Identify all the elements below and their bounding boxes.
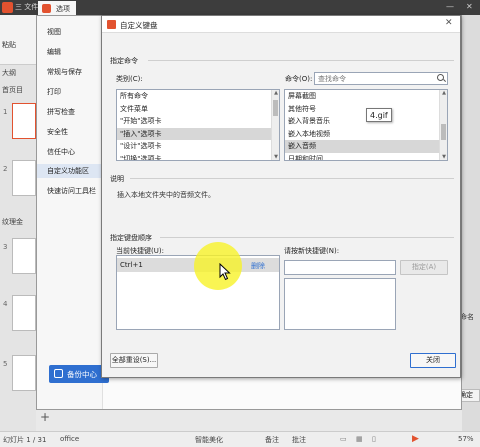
panel-label: 命名 xyxy=(460,313,474,321)
slide-number: 1 xyxy=(3,108,8,116)
list-item[interactable]: 日期和时间 xyxy=(285,153,447,161)
scroll-thumb[interactable] xyxy=(441,124,446,140)
specify-command-header: 指定命令 xyxy=(110,57,138,65)
slide-canvas-edge xyxy=(462,15,480,431)
cursor-highlight xyxy=(194,242,242,290)
reset-all-button[interactable]: 全部重设(S)... xyxy=(110,353,158,368)
wps-dialog-icon xyxy=(107,20,116,29)
options-nav-item[interactable]: 快速访问工具栏 xyxy=(47,186,96,196)
add-slide-icon[interactable]: + xyxy=(40,410,50,424)
scroll-down-icon[interactable]: ▼ xyxy=(272,154,279,160)
options-nav: 视图 编辑 常规与保存 打印 拼写检查 安全性 信任中心 自定义功能区 快速访问… xyxy=(37,16,103,409)
wps-tab-icon xyxy=(42,4,51,13)
slide-thumbnail[interactable] xyxy=(12,160,36,196)
slide-number: 4 xyxy=(3,300,8,308)
minimize-icon[interactable]: — xyxy=(446,2,454,11)
list-item[interactable]: 屏幕截图 xyxy=(285,90,447,103)
window-close-icon[interactable]: ✕ xyxy=(466,2,473,11)
paste-button[interactable]: 粘贴 xyxy=(2,40,16,50)
custom-keyboard-dialog: 自定义键盘 ✕ 指定命令 类别(C): 所有命令 文件菜单 "开始"选项卡 "插… xyxy=(101,15,461,378)
category-label: 类别(C): xyxy=(116,75,143,83)
scroll-up-icon[interactable]: ▲ xyxy=(272,90,279,96)
dialog-close-icon[interactable]: ✕ xyxy=(445,18,453,28)
description-text: 插入本地文件夹中的音频文件。 xyxy=(117,191,215,199)
slide-thumbnail[interactable] xyxy=(12,295,36,331)
shortcut-key: Ctrl+1 xyxy=(120,261,143,269)
scroll-down-icon[interactable]: ▼ xyxy=(440,154,447,160)
divider xyxy=(130,178,454,179)
scroll-up-icon[interactable]: ▲ xyxy=(440,90,447,96)
divider xyxy=(148,60,454,61)
new-shortcut-preview xyxy=(284,278,396,330)
mouse-cursor-icon xyxy=(219,263,231,281)
play-slideshow-icon[interactable]: ▶ xyxy=(412,434,419,444)
scroll-thumb[interactable] xyxy=(273,100,278,116)
zoom-level[interactable]: 57% xyxy=(458,435,474,443)
view-reading-icon[interactable]: ▯ xyxy=(372,435,376,443)
list-item[interactable]: 文件菜单 xyxy=(117,103,279,116)
slide-thumbnail[interactable] xyxy=(12,238,36,274)
options-nav-item[interactable]: 打印 xyxy=(47,87,61,97)
view-sorter-icon[interactable]: ▦ xyxy=(356,435,363,443)
close-button[interactable]: 关闭 xyxy=(410,353,456,368)
slide-number: 5 xyxy=(3,360,8,368)
command-search-input[interactable] xyxy=(314,72,448,85)
options-nav-item[interactable]: 编辑 xyxy=(47,47,61,57)
divider xyxy=(160,237,454,238)
view-normal-icon[interactable]: ▭ xyxy=(340,435,347,443)
statusbar: 幻灯片 1 / 31 office 智能美化 备注 批注 ▭ ▦ ▯ ▶ 57% xyxy=(0,431,480,447)
list-item-selected[interactable]: 嵌入音频 xyxy=(285,140,447,153)
tooltip: 4.gif xyxy=(366,108,392,122)
search-icon[interactable] xyxy=(437,74,444,81)
new-shortcut-label: 请按新快捷键(N): xyxy=(284,247,340,255)
options-nav-item[interactable]: 信任中心 xyxy=(47,147,75,157)
keyboard-sequence-header: 指定键盘顺序 xyxy=(110,234,152,242)
options-nav-item-active[interactable]: 自定义功能区 xyxy=(37,164,103,178)
comments-button[interactable]: 批注 xyxy=(292,435,306,445)
options-nav-item[interactable]: 视图 xyxy=(47,27,61,37)
command-scrollbar[interactable]: ▲ ▼ xyxy=(439,90,447,160)
slide-count: 幻灯片 1 / 31 xyxy=(3,436,47,444)
slide-thumbnail[interactable] xyxy=(12,103,36,139)
file-menu[interactable]: 三 文件 xyxy=(15,2,38,12)
list-item[interactable]: "开始"选项卡 xyxy=(117,115,279,128)
backup-center-button[interactable]: 备份中心 xyxy=(49,365,109,383)
options-nav-item[interactable]: 安全性 xyxy=(47,127,68,137)
notes-button[interactable]: 备注 xyxy=(265,435,279,445)
section-label: 首页目 xyxy=(2,86,23,94)
dialog-title: 自定义键盘 xyxy=(120,21,158,30)
assign-button[interactable]: 指定(A) xyxy=(400,260,448,275)
tab-options-label: 选项 xyxy=(56,5,70,13)
theme-name: office xyxy=(60,435,80,443)
list-item-selected[interactable]: "插入"选项卡 xyxy=(117,127,279,140)
command-search-field[interactable] xyxy=(318,75,418,83)
command-label: 命令(O): xyxy=(285,75,313,83)
section-label: 纹理金 xyxy=(2,218,23,226)
app-titlebar: 三 文件 选项 — ✕ xyxy=(0,0,480,15)
list-item[interactable]: "设计"选项卡 xyxy=(117,140,279,153)
options-nav-item[interactable]: 拼写检查 xyxy=(47,107,75,117)
new-shortcut-input[interactable] xyxy=(284,260,396,275)
tab-options[interactable]: 选项 xyxy=(38,1,76,15)
slide-thumbnail[interactable] xyxy=(12,355,36,391)
slide-number: 2 xyxy=(3,165,8,173)
description-header: 说明 xyxy=(110,175,124,183)
wps-logo-icon xyxy=(2,2,13,13)
category-scrollbar[interactable]: ▲ ▼ xyxy=(271,90,279,160)
dialog-titlebar: 自定义键盘 ✕ xyxy=(102,16,460,33)
delete-shortcut-link[interactable]: 删除 xyxy=(251,261,265,271)
backup-center-label: 备份中心 xyxy=(67,370,97,379)
backup-icon xyxy=(54,369,63,378)
command-list[interactable]: 屏幕截图 其他符号 嵌入背景音乐 嵌入本地视频 嵌入音频 日期和时间 ▲ ▼ xyxy=(284,89,448,161)
smart-beautify-button[interactable]: 智能美化 xyxy=(195,435,223,445)
list-item[interactable]: 嵌入本地视频 xyxy=(285,128,447,141)
category-list[interactable]: 所有命令 文件菜单 "开始"选项卡 "插入"选项卡 "设计"选项卡 "切换"选项… xyxy=(116,89,280,161)
list-item[interactable]: "切换"选项卡 xyxy=(117,153,279,161)
options-nav-item[interactable]: 常规与保存 xyxy=(47,67,82,77)
outline-tab[interactable]: 大纲 xyxy=(2,68,16,78)
list-item[interactable]: 所有命令 xyxy=(117,90,279,103)
slide-number: 3 xyxy=(3,243,8,251)
